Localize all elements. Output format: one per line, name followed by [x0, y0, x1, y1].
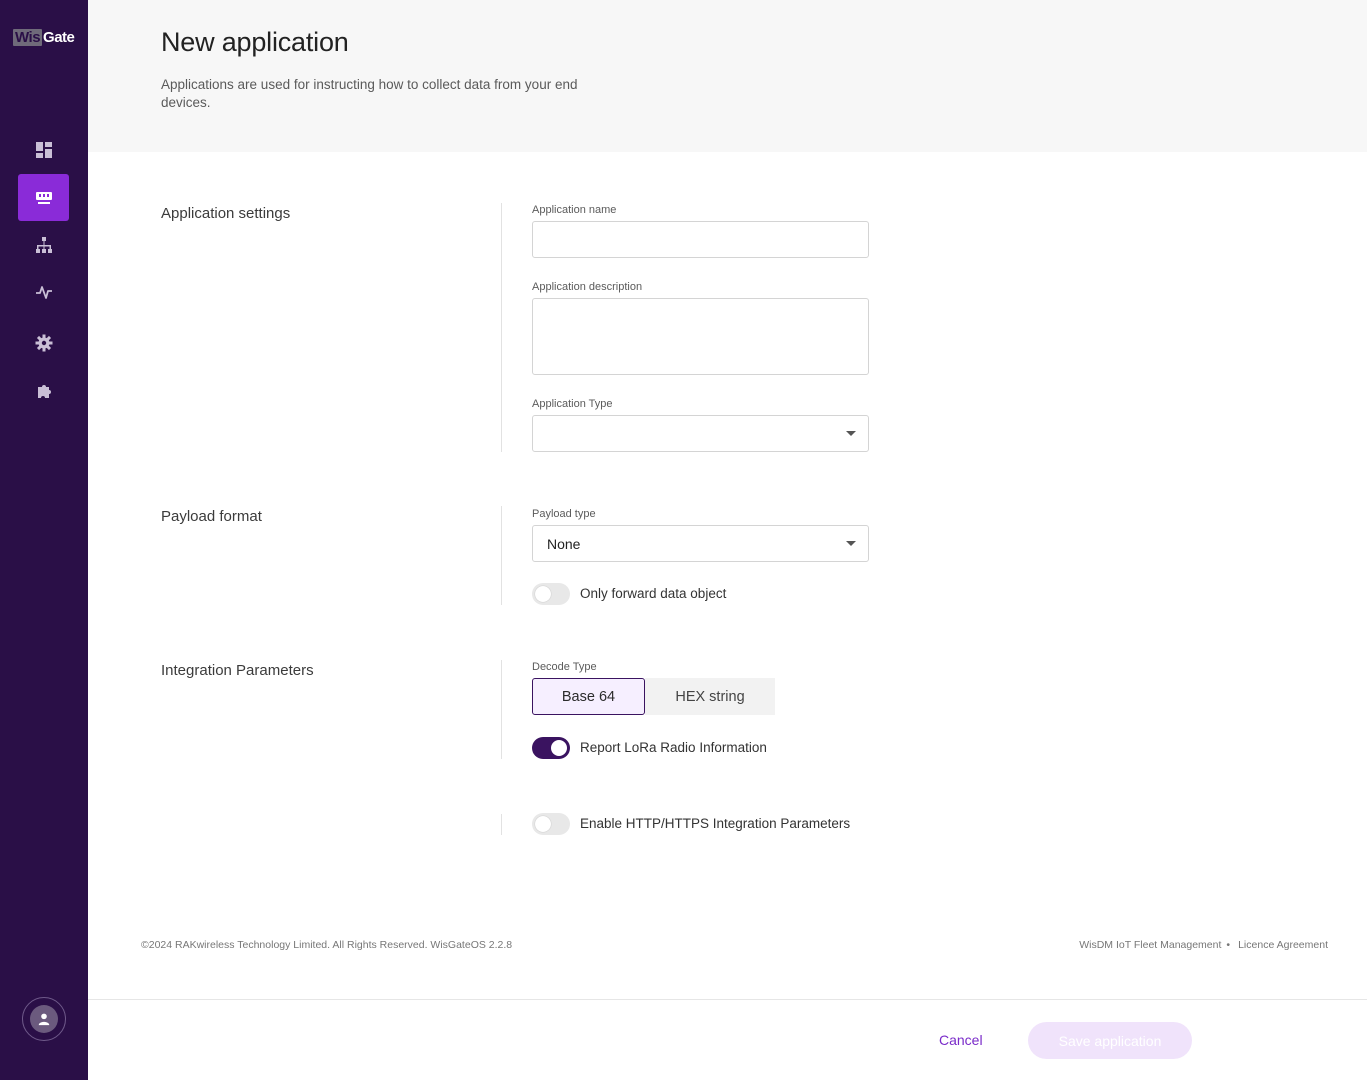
user-icon	[30, 1005, 58, 1033]
forward-data-object-toggle[interactable]	[532, 583, 570, 605]
logo-part-gate: Gate	[43, 28, 75, 46]
application-name-input[interactable]	[532, 221, 869, 258]
sidebar-item-dashboard[interactable]	[18, 126, 69, 173]
toggle-knob	[551, 740, 567, 756]
application-description-input[interactable]	[532, 298, 869, 375]
http-integration-toggle[interactable]	[532, 813, 570, 835]
user-avatar[interactable]	[22, 997, 66, 1041]
section-label-payload-format: Payload format	[161, 508, 262, 525]
footer-links: WisDM IoT Fleet Management • Licence Agr…	[1079, 939, 1328, 951]
chevron-down-icon	[846, 431, 856, 436]
sidebar: Wis Gate	[0, 0, 88, 1080]
sidebar-item-network[interactable]	[18, 221, 69, 268]
decode-type-label: Decode Type	[532, 661, 597, 673]
payload-type-label: Payload type	[532, 508, 596, 520]
toggle-knob	[535, 586, 551, 602]
decode-type-hex-button[interactable]: HEX string	[645, 678, 775, 715]
wisdm-link[interactable]: WisDM IoT Fleet Management	[1079, 939, 1221, 951]
applications-icon	[35, 191, 52, 204]
gear-icon	[35, 334, 52, 351]
section-divider	[501, 660, 502, 759]
application-type-label: Application Type	[532, 398, 613, 410]
cancel-button[interactable]: Cancel	[939, 1032, 983, 1048]
payload-type-select[interactable]: None	[532, 525, 869, 562]
report-lora-toggle[interactable]	[532, 737, 570, 759]
toggle-knob	[535, 816, 551, 832]
footer-separator: •	[1226, 939, 1231, 951]
section-divider	[501, 203, 502, 452]
activity-icon	[35, 285, 52, 299]
copyright-text: ©2024 RAKwireless Technology Limited. Al…	[141, 939, 513, 951]
forward-data-object-label: Only forward data object	[580, 586, 727, 601]
dashboard-icon	[35, 141, 52, 158]
sidebar-item-extensions[interactable]	[18, 367, 69, 414]
decode-type-base64-button[interactable]: Base 64	[532, 678, 645, 715]
logo-part-wis: Wis	[13, 28, 43, 46]
puzzle-icon	[37, 384, 51, 398]
section-divider	[501, 506, 502, 605]
licence-agreement-link[interactable]: Licence Agreement	[1238, 939, 1328, 951]
application-name-label: Application name	[532, 204, 617, 216]
save-application-button[interactable]: Save application	[1028, 1022, 1192, 1059]
http-integration-label: Enable HTTP/HTTPS Integration Parameters	[580, 816, 851, 831]
section-label-integration: Integration Parameters	[161, 662, 314, 679]
wisgate-logo[interactable]: Wis Gate	[13, 27, 75, 47]
page-subtitle: Applications are used for instructing ho…	[161, 77, 578, 110]
payload-type-value: None	[547, 535, 581, 552]
chevron-down-icon	[846, 541, 856, 546]
page-header: New application Applications are used fo…	[88, 0, 1367, 152]
application-type-select[interactable]	[532, 415, 869, 452]
report-lora-label: Report LoRa Radio Information	[580, 740, 767, 755]
section-label-app-settings: Application settings	[161, 205, 291, 222]
section-divider	[501, 814, 502, 835]
network-icon	[35, 236, 52, 253]
sidebar-item-monitoring[interactable]	[18, 268, 69, 315]
sidebar-item-settings[interactable]	[18, 319, 69, 366]
application-description-label: Application description	[532, 281, 643, 293]
sidebar-item-applications[interactable]	[18, 174, 69, 221]
page-title: New application	[161, 27, 349, 57]
